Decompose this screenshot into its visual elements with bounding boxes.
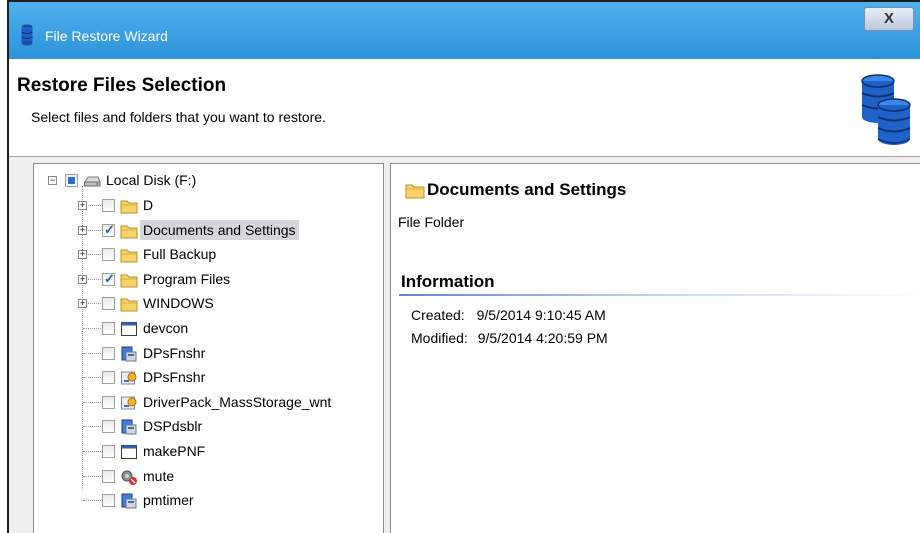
databases-icon [861, 74, 911, 145]
tree-item[interactable]: DPsFnshr [34, 367, 383, 389]
tree-connector [83, 426, 103, 428]
tree-connector [83, 451, 103, 452]
window-app-icon [121, 445, 137, 459]
tree-item-label[interactable]: DPsFnshr [140, 367, 208, 387]
item-checkbox[interactable] [102, 395, 115, 409]
tree-item[interactable]: + Full Backup [34, 244, 383, 266]
wizard-header: Restore Files Selection Select files and… [9, 59, 920, 157]
expand-icon[interactable]: + [78, 250, 87, 260]
folder-icon [120, 274, 138, 288]
tree-item[interactable]: DSPdsblr [34, 416, 383, 438]
tree-connector [83, 475, 103, 477]
item-checkbox[interactable] [102, 271, 115, 287]
window-app-icon [121, 322, 137, 336]
item-checkbox[interactable] [102, 199, 115, 212]
installer-icon [121, 419, 137, 435]
close-icon: X [883, 10, 894, 27]
installer-icon [121, 346, 137, 362]
tree-item-label[interactable]: D [140, 195, 156, 215]
item-checkbox[interactable] [102, 346, 115, 360]
page-title: Restore Files Selection [17, 75, 227, 96]
modified-label: Modified: [411, 330, 468, 346]
tree-item-label[interactable]: DriverPack_MassStorage_wnt [140, 392, 334, 412]
file-restore-wizard-window: File Restore Wizard X Restore Files Sele… [7, 0, 920, 533]
item-checkbox[interactable] [102, 469, 115, 483]
close-button[interactable]: X [864, 7, 914, 31]
database-icon [21, 24, 33, 46]
information-heading: Information [401, 272, 495, 291]
tree-item[interactable]: makePNF [34, 441, 383, 463]
drive-icon [84, 176, 101, 187]
tree-item[interactable]: DPsFnshr [34, 343, 383, 365]
tree-item[interactable]: pmtimer [34, 490, 383, 512]
tree-item-label[interactable]: DPsFnshr [140, 343, 208, 363]
created-label: Created: [411, 307, 465, 323]
page-subtitle: Select files and folders that you want t… [31, 109, 326, 125]
tree-item[interactable]: DriverPack_MassStorage_wnt [34, 392, 383, 414]
window-title: File Restore Wizard [45, 28, 168, 44]
root-checkbox[interactable] [65, 174, 78, 187]
expand-icon[interactable]: + [78, 225, 87, 235]
details-name: Documents and Settings [427, 180, 627, 199]
item-checkbox[interactable] [102, 371, 115, 385]
tree-item-label[interactable]: Full Backup [140, 244, 219, 264]
folder-icon [120, 225, 138, 239]
modified-row: Modified: 9/5/2014 4:20:59 PM [411, 330, 608, 346]
folder-icon [120, 249, 138, 263]
item-checkbox[interactable] [102, 445, 115, 458]
tree-connector [83, 352, 103, 354]
created-value: 9/5/2014 9:10:45 AM [476, 307, 606, 323]
title-bar[interactable]: File Restore Wizard X [9, 2, 920, 59]
tree-item[interactable]: + WINDOWS [34, 293, 383, 315]
folder-tree[interactable]: − Local Disk (F:) +D+Documents and Setti… [33, 163, 384, 533]
collapse-icon[interactable]: − [48, 176, 57, 185]
tree-connector [83, 500, 103, 502]
created-row: Created: 9/5/2014 9:10:45 AM [411, 307, 606, 323]
mute-app-icon [121, 470, 137, 485]
tree-connector [83, 377, 103, 379]
tree-item-label[interactable]: Documents and Settings [140, 219, 299, 240]
tree-item-label[interactable]: pmtimer [140, 490, 197, 510]
modified-value: 9/5/2014 4:20:59 PM [477, 330, 608, 346]
expand-icon[interactable]: + [78, 299, 87, 309]
tree-item-label[interactable]: mute [140, 466, 177, 486]
setup-package-icon [121, 371, 137, 385]
tree-item-label[interactable]: Program Files [140, 269, 233, 289]
folder-icon [405, 184, 425, 199]
installer-icon [121, 493, 137, 509]
folder-icon [120, 298, 138, 312]
expand-icon[interactable]: + [78, 274, 87, 284]
folder-icon [120, 200, 138, 214]
item-checkbox[interactable] [102, 297, 115, 311]
tree-item[interactable]: + D [34, 195, 383, 217]
tree-root[interactable]: − Local Disk (F:) [34, 170, 383, 192]
tree-item-label[interactable]: DSPdsblr [140, 416, 205, 436]
tree-root-label[interactable]: Local Disk (F:) [103, 170, 199, 190]
tree-connector [83, 401, 103, 403]
setup-package-icon [121, 396, 137, 410]
tree-item[interactable]: + Documents and Settings [34, 219, 383, 242]
item-checkbox[interactable] [102, 222, 115, 238]
details-pane: Documents and Settings File Folder Infor… [390, 163, 920, 533]
tree-item[interactable]: devcon [34, 318, 383, 340]
tree-item-label[interactable]: WINDOWS [140, 293, 217, 313]
information-divider [399, 294, 920, 296]
item-checkbox[interactable] [102, 420, 115, 434]
tree-item[interactable]: mute [34, 466, 383, 488]
tree-item[interactable]: + Program Files [34, 269, 383, 291]
item-checkbox[interactable] [102, 322, 115, 335]
item-checkbox[interactable] [102, 494, 115, 508]
expand-icon[interactable]: + [78, 201, 87, 210]
tree-item-label[interactable]: makePNF [140, 441, 208, 461]
details-type: File Folder [398, 214, 465, 230]
tree-connector [83, 328, 103, 329]
tree-item-label[interactable]: devcon [140, 318, 191, 338]
item-checkbox[interactable] [102, 248, 115, 262]
